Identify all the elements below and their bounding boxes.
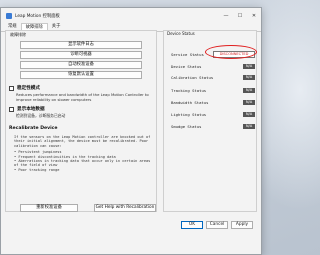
status-row-bandwidth: Bandwidth Status N/A xyxy=(171,100,255,105)
service-status-label: Service Status xyxy=(171,52,204,57)
status-row-lighting: Lighting Status N/A xyxy=(171,112,255,117)
title-bar: Leap Motion 控制面板 — ☐ ✕ xyxy=(1,8,261,24)
calibration-status-value: N/A xyxy=(243,75,255,80)
recalibrate-button[interactable]: 重新校准设备 xyxy=(20,204,78,212)
ok-button[interactable]: OK xyxy=(181,221,203,229)
bandwidth-status-label: Bandwidth Status xyxy=(171,100,209,105)
show-log-button[interactable]: 显示软件日志 xyxy=(20,41,142,49)
calibration-status-label: Calibration Status xyxy=(171,75,214,80)
lighting-status-value: N/A xyxy=(243,112,255,117)
stability-mode-label: 稳定性模式 xyxy=(17,86,40,91)
local-data-option[interactable]: 显示本地数据 xyxy=(9,106,45,112)
device-status-value: N/A xyxy=(243,64,255,69)
recalibrate-heading: Recalibrate Device xyxy=(9,126,58,131)
local-data-checkbox[interactable] xyxy=(9,106,14,112)
list-item: • Poor tracking range xyxy=(14,167,60,172)
window-controls: — ☐ ✕ xyxy=(219,13,261,19)
app-icon xyxy=(6,13,12,19)
cancel-button[interactable]: Cancel xyxy=(206,221,228,229)
recalibration-help-button[interactable]: Get Help with Recalibration xyxy=(94,204,156,212)
device-status-label: Device Status xyxy=(171,64,202,69)
auto-calibrate-button[interactable]: 自动校准设备 xyxy=(20,61,142,69)
troubleshooting-panel: 故障排除 显示软件日志 诊断可视器 自动校准设备 恢复默认设置 稳定性模式 Re… xyxy=(5,30,157,212)
close-button[interactable]: ✕ xyxy=(247,13,261,19)
maximize-button[interactable]: ☐ xyxy=(233,13,247,19)
list-item: • Aberrations in tracking data that occu… xyxy=(14,159,151,168)
window-title: Leap Motion 控制面板 xyxy=(15,14,60,19)
diagnostic-visualizer-button[interactable]: 诊断可视器 xyxy=(20,51,142,59)
bandwidth-status-value: N/A xyxy=(243,100,255,105)
troubleshooting-group-label: 故障排除 xyxy=(10,32,26,37)
lighting-status-label: Lighting Status xyxy=(171,112,207,117)
status-row-calibration: Calibration Status N/A xyxy=(171,75,255,80)
status-row-smudge: Smudge Status N/A xyxy=(171,124,255,129)
smudge-status-value: N/A xyxy=(243,124,255,129)
smudge-status-label: Smudge Status xyxy=(171,124,202,129)
local-data-label: 显示本地数据 xyxy=(17,107,45,112)
apply-button[interactable]: Apply xyxy=(231,221,253,229)
recalibrate-intro: If the sensors on the Leap Motion contro… xyxy=(14,135,151,148)
restore-defaults-button[interactable]: 恢复默认设置 xyxy=(20,71,142,79)
local-data-description: 检测到设备，诊断服务已启动 xyxy=(16,113,66,118)
status-row-tracking: Tracking Status N/A xyxy=(171,88,255,93)
device-status-heading: Device Status xyxy=(167,31,195,36)
tracking-status-label: Tracking Status xyxy=(171,88,207,93)
recalibrate-bullets: • Persistent jumpiness • Frequent discon… xyxy=(14,150,154,172)
red-annotation-circle xyxy=(205,45,257,59)
tracking-status-value: N/A xyxy=(243,88,255,93)
status-row-device: Device Status N/A xyxy=(171,64,255,69)
stability-mode-checkbox[interactable] xyxy=(9,85,14,91)
recalibrate-description: If the sensors on the Leap Motion contro… xyxy=(14,135,154,172)
minimize-button[interactable]: — xyxy=(219,13,233,19)
stability-mode-description: Reduces performance and bandwidth of the… xyxy=(16,92,149,102)
stability-mode-option[interactable]: 稳定性模式 xyxy=(9,85,40,91)
